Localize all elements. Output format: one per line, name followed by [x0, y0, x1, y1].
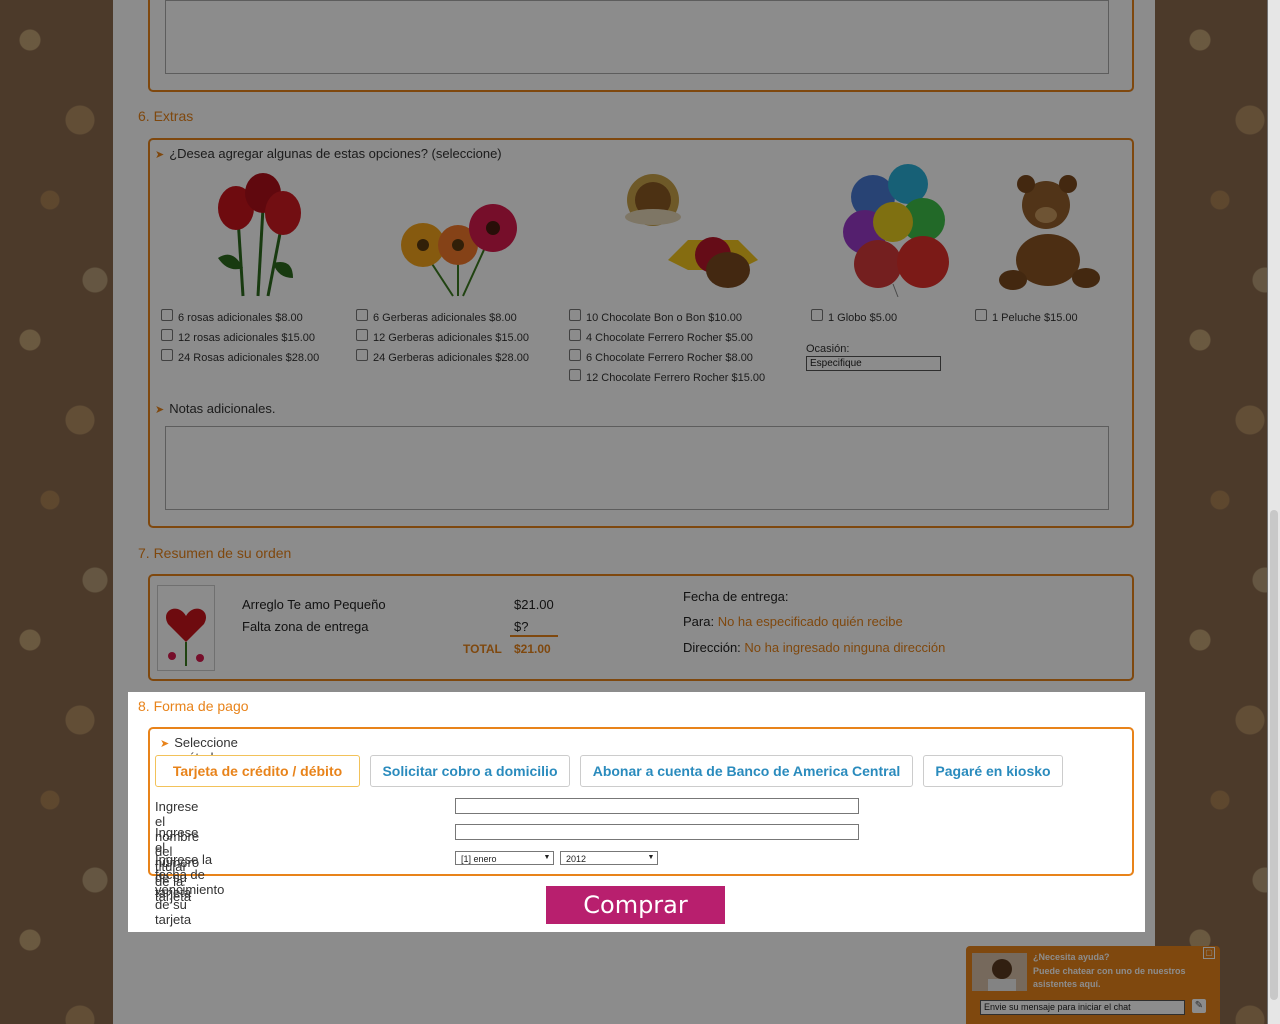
teddy-bear-image [999, 175, 1100, 290]
gerberas-image [401, 204, 517, 297]
option-label: 24 Gerberas adicionales $28.00 [373, 352, 529, 364]
option-roses-12[interactable]: 12 rosas adicionales $15.00 [161, 329, 315, 344]
option-label: 24 Rosas adicionales $28.00 [178, 352, 320, 364]
buy-button[interactable]: Comprar [546, 886, 725, 924]
agent-avatar [972, 953, 1027, 991]
option-chocolate-1[interactable]: 10 Chocolate Bon o Bon $10.00 [569, 309, 742, 324]
address-value: No ha ingresado ninguna dirección [744, 640, 946, 655]
summary-title: 7. Resumen de su orden [138, 545, 292, 561]
option-label: 6 Chocolate Ferrero Rocher $8.00 [586, 352, 753, 364]
option-gerberas-6[interactable]: 6 Gerberas adicionales $8.00 [356, 309, 517, 324]
balloons-image [843, 164, 949, 297]
item-price: $21.00 [514, 597, 554, 612]
option-label: 1 Globo $5.00 [828, 312, 898, 324]
chat-send-icon[interactable]: ✎ [1192, 999, 1206, 1013]
option-chocolate-3[interactable]: 6 Chocolate Ferrero Rocher $8.00 [569, 349, 753, 364]
chevron-down-icon: ▼ [647, 854, 655, 861]
delivery-date-label: Fecha de entrega: [683, 589, 789, 604]
checkbox[interactable] [161, 309, 173, 321]
address-row: Dirección: No ha ingresado ninguna direc… [683, 640, 945, 655]
option-label: 4 Chocolate Ferrero Rocher $5.00 [586, 332, 753, 344]
scrollbar[interactable] [1267, 0, 1280, 1024]
chat-close-icon[interactable]: ▢ [1203, 947, 1215, 959]
ocasion-label: Ocasión: [806, 343, 850, 355]
expiry-month-value: [1] enero [461, 854, 497, 864]
notes-prompt: ➤ Notas adicionales. [155, 401, 275, 416]
arrow-icon: ➤ [155, 149, 165, 161]
payment-title: 8. Forma de pago [138, 698, 249, 714]
option-label: 6 Gerberas adicionales $8.00 [373, 312, 517, 324]
item-name: Arreglo Te amo Pequeño [242, 597, 386, 612]
previous-textarea[interactable] [165, 0, 1109, 74]
extras-title: 6. Extras [138, 108, 194, 124]
option-gerberas-12[interactable]: 12 Gerberas adicionales $15.00 [356, 329, 529, 344]
pay-credit-card-button[interactable]: Tarjeta de crédito / débito [155, 755, 360, 787]
address-label: Dirección: [683, 640, 741, 655]
chat-title: ¿Necesita ayuda? [1033, 952, 1110, 962]
expiry-label: Ingrese la fecha de vencimiento de su ta… [155, 852, 225, 927]
recipient-label: Para: [683, 614, 715, 629]
chat-widget[interactable]: ¿Necesita ayuda? Puede chatear con uno d… [966, 946, 1220, 1024]
arrow-icon: ➤ [155, 404, 165, 416]
notes-textarea[interactable] [165, 426, 1109, 510]
option-chocolate-4[interactable]: 12 Chocolate Ferrero Rocher $15.00 [569, 369, 766, 384]
checkbox[interactable] [161, 349, 173, 361]
checkbox[interactable] [161, 329, 173, 341]
chat-text: Puede chatear con uno de nuestros asiste… [1033, 966, 1186, 989]
option-chocolate-2[interactable]: 4 Chocolate Ferrero Rocher $5.00 [569, 329, 753, 344]
option-label: 12 Chocolate Ferrero Rocher $15.00 [586, 372, 766, 384]
pay-home-collection-button[interactable]: Solicitar cobro a domicilio [370, 755, 570, 787]
extras-prompt-text: ¿Desea agregar algunas de estas opciones… [169, 146, 502, 161]
checkbox[interactable] [356, 329, 368, 341]
expiry-year-value: 2012 [566, 854, 587, 864]
total-divider [510, 635, 558, 637]
option-peluche[interactable]: 1 Peluche $15.00 [975, 309, 1078, 324]
total-value: $21.00 [514, 642, 551, 656]
checkbox[interactable] [569, 329, 581, 341]
pay-kiosk-button[interactable]: Pagaré en kiosko [923, 755, 1063, 787]
ocasion-input[interactable]: Especifique [806, 356, 941, 371]
checkbox[interactable] [569, 309, 581, 321]
checkbox[interactable] [975, 309, 987, 321]
checkbox[interactable] [811, 309, 823, 321]
checkbox[interactable] [569, 369, 581, 381]
chevron-down-icon: ▼ [543, 854, 551, 861]
option-roses-6[interactable]: 6 rosas adicionales $8.00 [161, 309, 303, 324]
total-label: TOTAL [463, 642, 502, 656]
expiry-month-select[interactable]: [1] enero ▼ [455, 851, 554, 865]
option-label: 10 Chocolate Bon o Bon $10.00 [586, 312, 742, 324]
checkbox[interactable] [356, 349, 368, 361]
recipient-value: No ha especificado quién recibe [717, 614, 903, 629]
option-label: 1 Peluche $15.00 [992, 312, 1078, 324]
notes-label: Notas adicionales. [169, 401, 276, 416]
option-globo[interactable]: 1 Globo $5.00 [811, 309, 898, 324]
cardholder-input[interactable] [455, 798, 859, 814]
expiry-year-select[interactable]: 2012 ▼ [560, 851, 658, 865]
option-label: 12 rosas adicionales $15.00 [178, 332, 315, 344]
chat-message-input[interactable]: Envie su mensaje para iniciar el chat [980, 1000, 1185, 1015]
zone-price: $? [514, 619, 529, 634]
option-label: 6 rosas adicionales $8.00 [178, 312, 303, 324]
card-number-input[interactable] [455, 824, 859, 840]
scrollbar-thumb[interactable] [1270, 510, 1278, 1000]
option-gerberas-24[interactable]: 24 Gerberas adicionales $28.00 [356, 349, 529, 364]
agent-photo [988, 959, 1016, 991]
checkbox[interactable] [569, 349, 581, 361]
option-roses-24[interactable]: 24 Rosas adicionales $28.00 [161, 349, 320, 364]
option-label: 12 Gerberas adicionales $15.00 [373, 332, 529, 344]
zone-label: Falta zona de entrega [242, 619, 369, 634]
arrow-icon: ➤ [160, 738, 170, 750]
extras-prompt: ➤ ¿Desea agregar algunas de estas opcione… [155, 146, 502, 161]
product-thumbnail [157, 585, 215, 671]
checkbox[interactable] [356, 309, 368, 321]
chocolates-image [625, 174, 758, 288]
pay-bank-deposit-button[interactable]: Abonar a cuenta de Banco de America Cent… [580, 755, 913, 787]
roses-image [218, 173, 301, 297]
recipient-row: Para: No ha especificado quién recibe [683, 614, 903, 629]
